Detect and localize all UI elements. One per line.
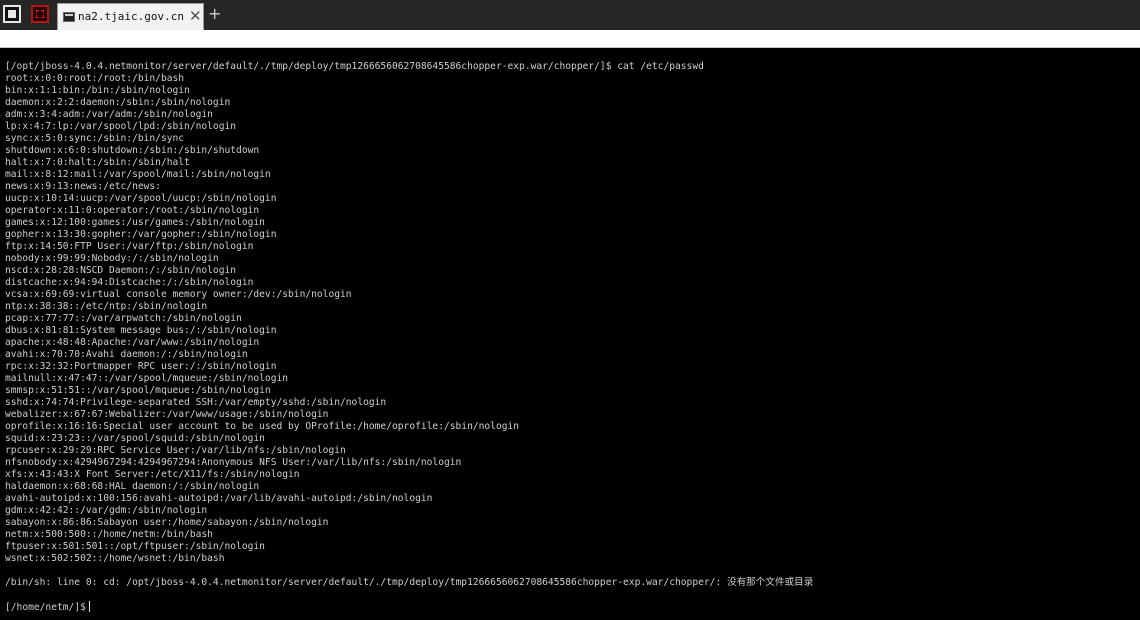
close-icon[interactable]: ✕: [189, 9, 202, 24]
output-line: sync:x:5:0:sync:/sbin:/bin/sync: [5, 133, 185, 144]
output-line: dbus:x:81:81:System message bus:/:/sbin/…: [5, 325, 277, 336]
output-line: xfs:x:43:43:X Font Server:/etc/X11/fs:/s…: [5, 469, 300, 480]
output-line: root:x:0:0:root:/root:/bin/bash: [5, 73, 185, 84]
command-line: [/opt/jboss-4.0.4.netmonitor/server/defa…: [5, 61, 704, 72]
output-line: ftp:x:14:50:FTP User:/var/ftp:/sbin/nolo…: [5, 241, 254, 252]
output-line: vcsa:x:69:69:virtual console memory owne…: [5, 289, 352, 300]
output-line: uucp:x:10:14:uucp:/var/spool/uucp:/sbin/…: [5, 193, 277, 204]
output-line: netm:x:500:500::/home/netm:/bin/bash: [5, 529, 213, 540]
command-input-bar[interactable]: [0, 30, 1140, 48]
output-line: avahi:x:70:70:Avahi daemon:/:/sbin/nolog…: [5, 349, 248, 360]
tab-bar: na2.tjaic.gov.cn ✕ +: [0, 0, 1140, 30]
output-line: wsnet:x:502:502::/home/wsnet:/bin/bash: [5, 553, 225, 564]
output-line: ftpuser:x:501:501::/opt/ftpuser:/sbin/no…: [5, 541, 265, 552]
terminal-output[interactable]: [/opt/jboss-4.0.4.netmonitor/server/defa…: [0, 48, 1140, 620]
output-line: pcap:x:77:77::/var/arpwatch:/sbin/nologi…: [5, 313, 242, 324]
output-line: gopher:x:13:30:gopher:/var/gopher:/sbin/…: [5, 229, 277, 240]
passwd-output: root:x:0:0:root:/root:/bin/bash bin:x:1:1…: [5, 73, 519, 565]
output-line: daemon:x:2:2:daemon:/sbin:/sbin/nologin: [5, 97, 231, 108]
output-line: mailnull:x:47:47::/var/spool/mqueue:/sbi…: [5, 373, 289, 384]
output-line: distcache:x:94:94:Distcache:/:/sbin/nolo…: [5, 277, 254, 288]
output-line: shutdown:x:6:0:shutdown:/sbin:/sbin/shut…: [5, 145, 260, 156]
output-line: haldaemon:x:68:68:HAL daemon:/:/sbin/nol…: [5, 481, 260, 492]
output-line: smmsp:x:51:51::/var/spool/mqueue:/sbin/n…: [5, 385, 271, 396]
output-line: nobody:x:99:99:Nobody:/:/sbin/nologin: [5, 253, 219, 264]
output-line: avahi-autoipd:x:100:156:avahi-autoipd:/v…: [5, 493, 433, 504]
output-line: webalizer:x:67:67:Webalizer:/var/www/usa…: [5, 409, 329, 420]
tab-active[interactable]: na2.tjaic.gov.cn ✕: [57, 3, 204, 30]
tab-title: na2.tjaic.gov.cn: [78, 10, 184, 23]
output-line: mail:x:8:12:mail:/var/spool/mail:/sbin/n…: [5, 169, 271, 180]
output-line: apache:x:48:48:Apache:/var/www:/sbin/nol…: [5, 337, 260, 348]
output-line: gdm:x:42:42::/var/gdm:/sbin/nologin: [5, 505, 208, 516]
output-line: squid:x:23:23::/var/spool/squid:/sbin/no…: [5, 433, 265, 444]
output-line: nfsnobody:x:4294967294:4294967294:Anonym…: [5, 457, 462, 468]
output-line: news:x:9:13:news:/etc/news:: [5, 181, 161, 192]
add-tab-icon[interactable]: +: [208, 6, 221, 22]
output-line: operator:x:11:0:operator:/root:/sbin/nol…: [5, 205, 260, 216]
output-line: halt:x:7:0:halt:/sbin:/sbin/halt: [5, 157, 190, 168]
prompt: [/home/netm/]$: [5, 602, 86, 613]
prompt-line: [/home/netm/]$: [5, 601, 90, 614]
output-line: rpcuser:x:29:29:RPC Service User:/var/li…: [5, 445, 346, 456]
output-line: bin:x:1:1:bin:/bin:/sbin/nologin: [5, 85, 190, 96]
output-line: sshd:x:74:74:Privilege-separated SSH:/va…: [5, 397, 387, 408]
error-line: /bin/sh: line 0: cd: /opt/jboss-4.0.4.ne…: [5, 577, 814, 588]
output-line: lp:x:4:7:lp:/var/spool/lpd:/sbin/nologin: [5, 121, 237, 132]
output-line: games:x:12:100:games:/usr/games:/sbin/no…: [5, 217, 265, 228]
output-line: nscd:x:28:28:NSCD Daemon:/:/sbin/nologin: [5, 265, 237, 276]
output-line: oprofile:x:16:16:Special user account to…: [5, 421, 520, 432]
output-line: adm:x:3:4:adm:/var/adm:/sbin/nologin: [5, 109, 213, 120]
output-line: sabayon:x:86:86:Sabayon user:/home/sabay…: [5, 517, 329, 528]
output-line: ntp:x:38:38::/etc/ntp:/sbin/nologin: [5, 301, 208, 312]
output-line: rpc:x:32:32:Portmapper RPC user:/:/sbin/…: [5, 361, 277, 372]
stop-app-icon[interactable]: [31, 5, 49, 23]
text-cursor: [88, 601, 90, 612]
console-icon: [63, 12, 75, 22]
terminal-app-icon[interactable]: [3, 5, 21, 23]
